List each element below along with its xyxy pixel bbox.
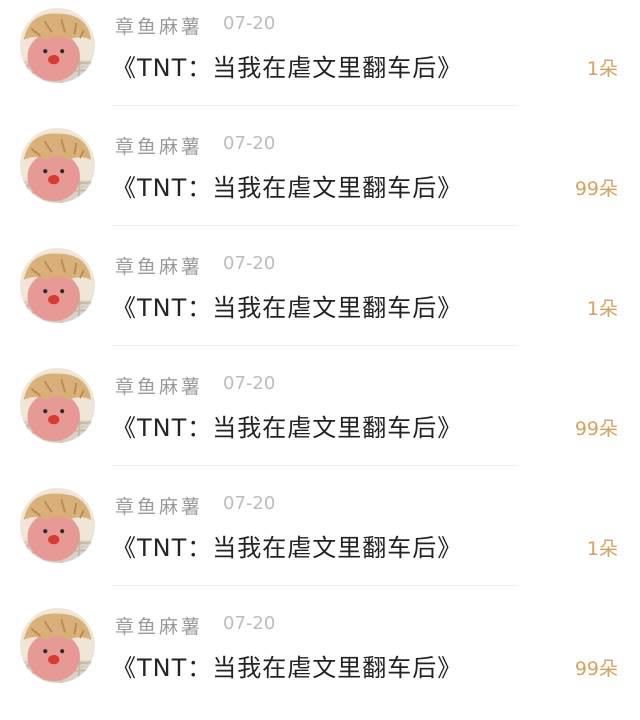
avatar[interactable] [20, 488, 95, 563]
avatar[interactable] [20, 8, 95, 83]
flower-count: 1朵 [586, 58, 618, 80]
username: 章鱼麻薯 [115, 256, 204, 278]
username: 章鱼麻薯 [115, 16, 204, 38]
row-divider [112, 465, 517, 466]
row-divider [112, 105, 517, 106]
post-date: 07-20 [223, 13, 276, 34]
bread-hat-plush-avatar-icon [20, 8, 95, 83]
bread-hat-plush-avatar-icon [20, 488, 95, 563]
row-divider [112, 345, 517, 346]
post-date: 07-20 [223, 133, 276, 154]
flower-count: 1朵 [586, 298, 618, 320]
list-item[interactable]: 章鱼麻薯 07-20 《TNT：当我在虐文里翻车后》 1朵 [0, 0, 640, 120]
avatar[interactable] [20, 128, 95, 203]
post-date: 07-20 [223, 613, 276, 634]
book-title[interactable]: 《TNT：当我在虐文里翻车后》 [112, 288, 462, 323]
avatar[interactable] [20, 608, 95, 683]
flower-count: 99朵 [574, 658, 618, 680]
book-title[interactable]: 《TNT：当我在虐文里翻车后》 [112, 48, 462, 83]
post-date: 07-20 [223, 493, 276, 514]
gift-record-list: 章鱼麻薯 07-20 《TNT：当我在虐文里翻车后》 1朵 章鱼麻薯 07-20… [0, 0, 640, 694]
row-divider [112, 585, 517, 586]
flower-count: 99朵 [574, 178, 618, 200]
book-title[interactable]: 《TNT：当我在虐文里翻车后》 [112, 168, 462, 203]
username: 章鱼麻薯 [115, 136, 204, 158]
list-item[interactable]: 章鱼麻薯 07-20 《TNT：当我在虐文里翻车后》 99朵 [0, 600, 640, 720]
username: 章鱼麻薯 [115, 376, 204, 398]
post-date: 07-20 [223, 373, 276, 394]
list-item[interactable]: 章鱼麻薯 07-20 《TNT：当我在虐文里翻车后》 1朵 [0, 480, 640, 600]
flower-count: 99朵 [574, 418, 618, 440]
avatar[interactable] [20, 248, 95, 323]
bread-hat-plush-avatar-icon [20, 608, 95, 683]
book-title[interactable]: 《TNT：当我在虐文里翻车后》 [112, 408, 462, 443]
bread-hat-plush-avatar-icon [20, 128, 95, 203]
bread-hat-plush-avatar-icon [20, 368, 95, 443]
bread-hat-plush-avatar-icon [20, 248, 95, 323]
avatar[interactable] [20, 368, 95, 443]
flower-count: 1朵 [586, 538, 618, 560]
book-title[interactable]: 《TNT：当我在虐文里翻车后》 [112, 528, 462, 563]
list-item[interactable]: 章鱼麻薯 07-20 《TNT：当我在虐文里翻车后》 99朵 [0, 360, 640, 480]
username: 章鱼麻薯 [115, 616, 204, 638]
book-title[interactable]: 《TNT：当我在虐文里翻车后》 [112, 648, 462, 683]
row-divider [112, 225, 517, 226]
username: 章鱼麻薯 [115, 496, 204, 518]
list-item[interactable]: 章鱼麻薯 07-20 《TNT：当我在虐文里翻车后》 99朵 [0, 120, 640, 240]
list-item[interactable]: 章鱼麻薯 07-20 《TNT：当我在虐文里翻车后》 1朵 [0, 240, 640, 360]
post-date: 07-20 [223, 253, 276, 274]
